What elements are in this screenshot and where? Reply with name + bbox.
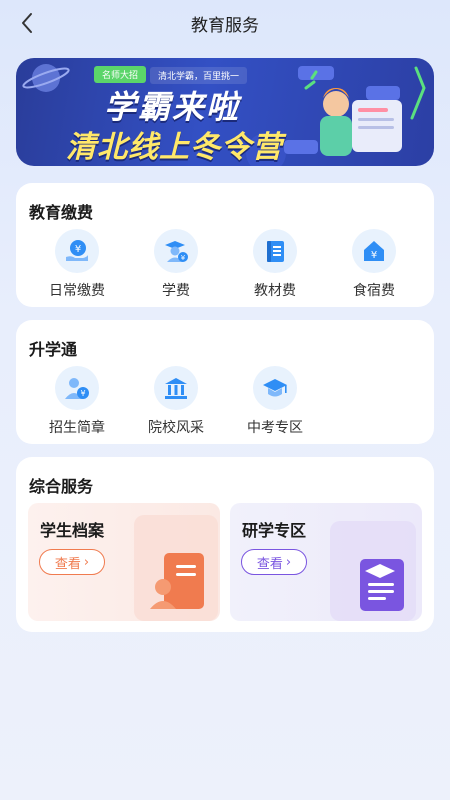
admission-item-exam-zone[interactable]: 中考专区 [235, 366, 315, 437]
chevron-right-icon: › [83, 554, 90, 570]
button-label: 查看 [54, 556, 81, 572]
service-name: 研学专区 [242, 521, 307, 540]
payment-item-tuition[interactable]: ¥ 学费 [136, 229, 216, 300]
admission-item-brochure[interactable]: ¥ 招生简章 [37, 366, 117, 437]
view-study-button[interactable]: 查看 › [241, 549, 307, 575]
page-title: 教育服务 [191, 16, 259, 36]
svg-text:¥: ¥ [80, 389, 85, 398]
services-card: 综合服务 学生档案 查看 › 研学专区 查看 › [16, 457, 434, 632]
section-title: 教育缴费 [29, 203, 94, 222]
building-icon [165, 378, 187, 399]
svg-text:¥: ¥ [181, 254, 186, 262]
svg-text:¥: ¥ [371, 250, 377, 261]
top-bar: 教育服务 [0, 0, 450, 46]
graduation-cap-icon [263, 379, 287, 397]
payment-item-label: 教材费 [254, 283, 296, 299]
banner-tag: 名师大招 [94, 66, 147, 83]
section-title: 升学通 [29, 340, 78, 359]
admission-item-label: 招生简章 [49, 420, 105, 436]
service-student-records[interactable]: 学生档案 查看 › [28, 503, 220, 621]
promo-banner[interactable]: 名师大招 清北学霸，百里挑一 学霸来啦 清北线上冬令营 [16, 58, 434, 166]
admission-item-label: 中考专区 [247, 420, 303, 436]
button-label: 查看 [256, 556, 283, 572]
house-yuan-icon: ¥ [364, 241, 384, 261]
hand-yuan-icon: ¥ [66, 240, 88, 261]
svg-text:¥: ¥ [75, 244, 81, 255]
payment-item-textbook[interactable]: 教材费 [235, 229, 315, 300]
payment-item-board[interactable]: ¥ 食宿费 [334, 229, 414, 300]
chevron-right-icon: › [285, 554, 292, 570]
banner-headline-2: 清北线上冬令营 [66, 130, 283, 165]
service-study-tour[interactable]: 研学专区 查看 › [230, 503, 422, 621]
payment-item-label: 日常缴费 [49, 283, 105, 299]
person-yuan-icon: ¥ [65, 378, 89, 399]
payment-item-label: 食宿费 [353, 283, 395, 299]
admission-item-campus[interactable]: 院校风采 [136, 366, 216, 437]
book-icon [267, 241, 284, 262]
admission-card: 升学通 ¥ 招生简章 院校风采 中考专区 [16, 320, 434, 444]
payment-item-label: 学费 [162, 283, 190, 299]
education-payment-card: 教育缴费 ¥ 日常缴费 ¥ 学费 教材费 ¥ 食宿费 [16, 183, 434, 307]
payment-item-daily[interactable]: ¥ 日常缴费 [37, 229, 117, 300]
student-yuan-icon: ¥ [165, 241, 188, 262]
service-name: 学生档案 [40, 521, 105, 540]
view-records-button[interactable]: 查看 › [39, 549, 105, 575]
admission-item-label: 院校风采 [148, 420, 204, 436]
section-title: 综合服务 [29, 477, 94, 496]
